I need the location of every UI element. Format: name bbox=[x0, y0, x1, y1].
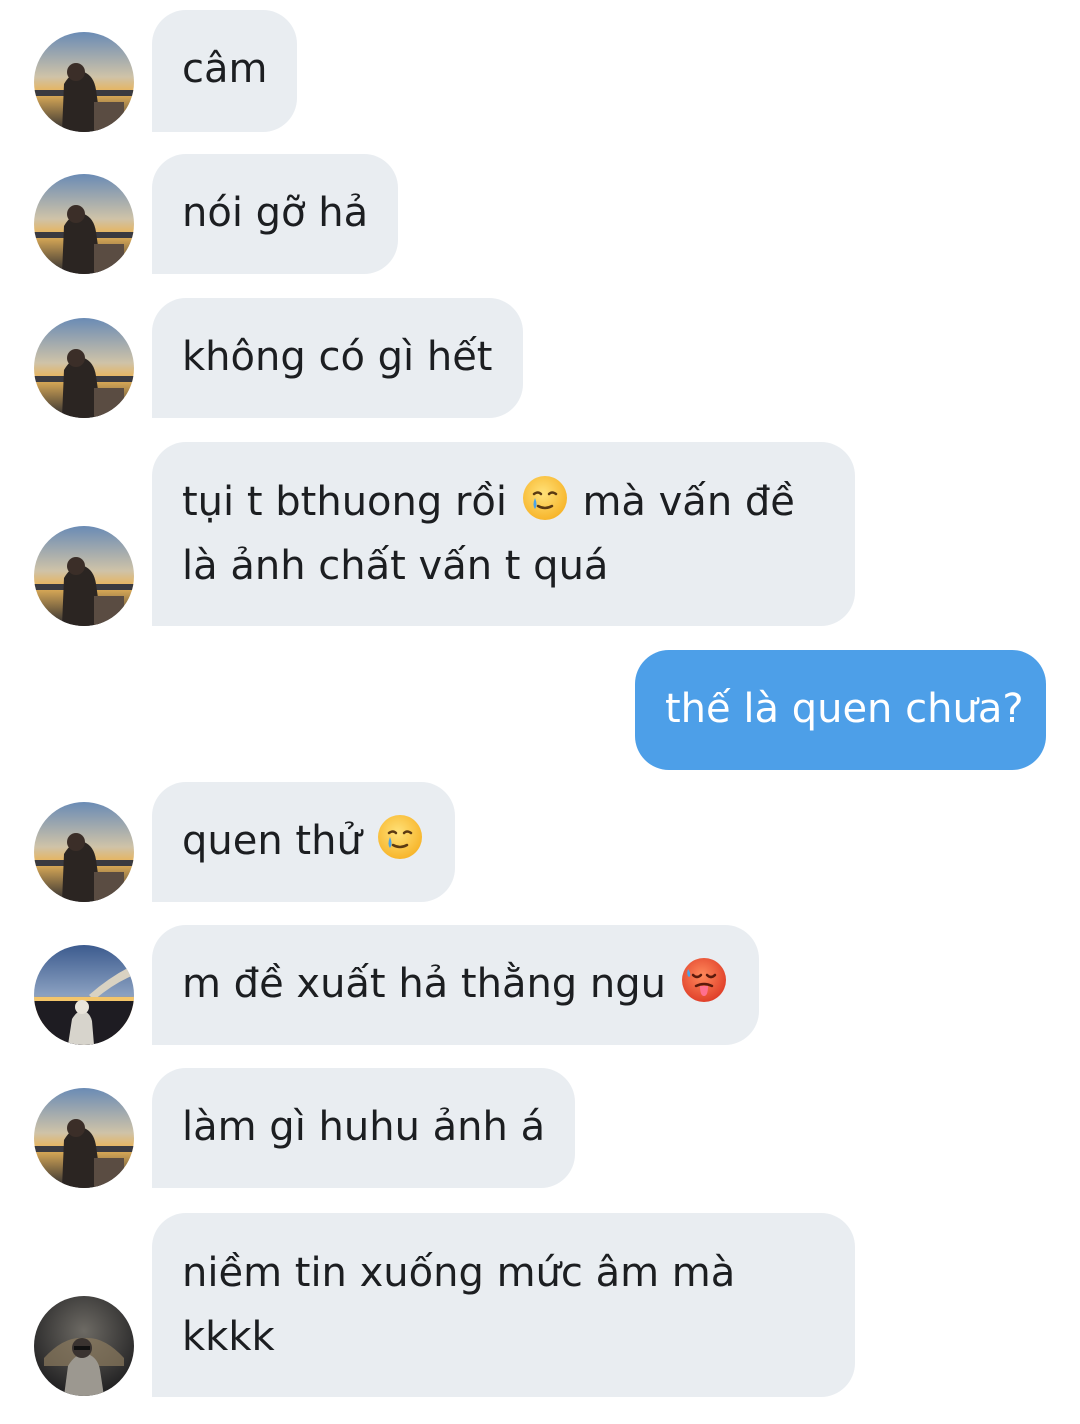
avatar[interactable] bbox=[34, 1296, 134, 1396]
avatar-photo-icon bbox=[34, 526, 134, 626]
incoming-message-bubble[interactable]: niềm tin xuống mức âm mà kkkk bbox=[152, 1213, 855, 1397]
avatar[interactable] bbox=[34, 318, 134, 418]
avatar[interactable] bbox=[34, 32, 134, 132]
incoming-message-bubble[interactable]: không có gì hết bbox=[152, 298, 523, 418]
message-text: tụi t bthuong rồi bbox=[182, 479, 507, 525]
avatar[interactable] bbox=[34, 945, 134, 1045]
message-line: niềm tin xuống mức âm mà bbox=[182, 1250, 736, 1296]
avatar-photo-icon bbox=[34, 32, 134, 132]
incoming-message-bubble[interactable]: quen thử bbox=[152, 782, 455, 902]
avatar[interactable] bbox=[34, 802, 134, 902]
crying-smile-emoji-icon bbox=[520, 473, 570, 523]
avatar-photo-icon bbox=[34, 1088, 134, 1188]
avatar-photo-icon bbox=[34, 1296, 134, 1396]
avatar-photo-icon bbox=[34, 945, 134, 1045]
message-text: câm bbox=[182, 46, 268, 92]
message-text: là ảnh chất vấn t quá bbox=[182, 543, 609, 589]
message-text: không có gì hết bbox=[182, 334, 493, 380]
crying-smile-emoji-icon bbox=[375, 812, 425, 862]
message-text: m đề xuất hả thằng ngu bbox=[182, 961, 667, 1007]
avatar-photo-icon bbox=[34, 318, 134, 418]
message-text: làm gì huhu ảnh á bbox=[182, 1104, 546, 1150]
message-text: nói gỡ hả bbox=[182, 190, 369, 236]
incoming-message-bubble[interactable]: tụi t bthuong rồi mà vấn đề là ảnh chất … bbox=[152, 442, 855, 626]
avatar-photo-icon bbox=[34, 802, 134, 902]
message-text: thế là quen chưa? bbox=[665, 686, 1024, 732]
avatar-photo-icon bbox=[34, 174, 134, 274]
incoming-message-bubble[interactable]: m đề xuất hả thằng ngu bbox=[152, 925, 759, 1045]
avatar[interactable] bbox=[34, 174, 134, 274]
message-line: là ảnh chất vấn t quá bbox=[182, 534, 825, 598]
avatar[interactable] bbox=[34, 1088, 134, 1188]
chat-thread: câm nói gỡ hả không có gì hết tụi t bthu… bbox=[0, 0, 1080, 1424]
message-line: kkkk bbox=[182, 1314, 275, 1360]
message-text: mà vấn đề bbox=[582, 479, 795, 525]
avatar[interactable] bbox=[34, 526, 134, 626]
message-line: tụi t bthuong rồi mà vấn đề bbox=[182, 470, 825, 534]
message-text: quen thử bbox=[182, 818, 362, 864]
incoming-message-bubble[interactable]: nói gỡ hả bbox=[152, 154, 399, 274]
incoming-message-bubble[interactable]: câm bbox=[152, 10, 298, 132]
incoming-message-bubble[interactable]: làm gì huhu ảnh á bbox=[152, 1068, 576, 1188]
hot-face-emoji-icon bbox=[679, 955, 729, 1005]
outgoing-message-bubble[interactable]: thế là quen chưa? bbox=[635, 650, 1046, 770]
